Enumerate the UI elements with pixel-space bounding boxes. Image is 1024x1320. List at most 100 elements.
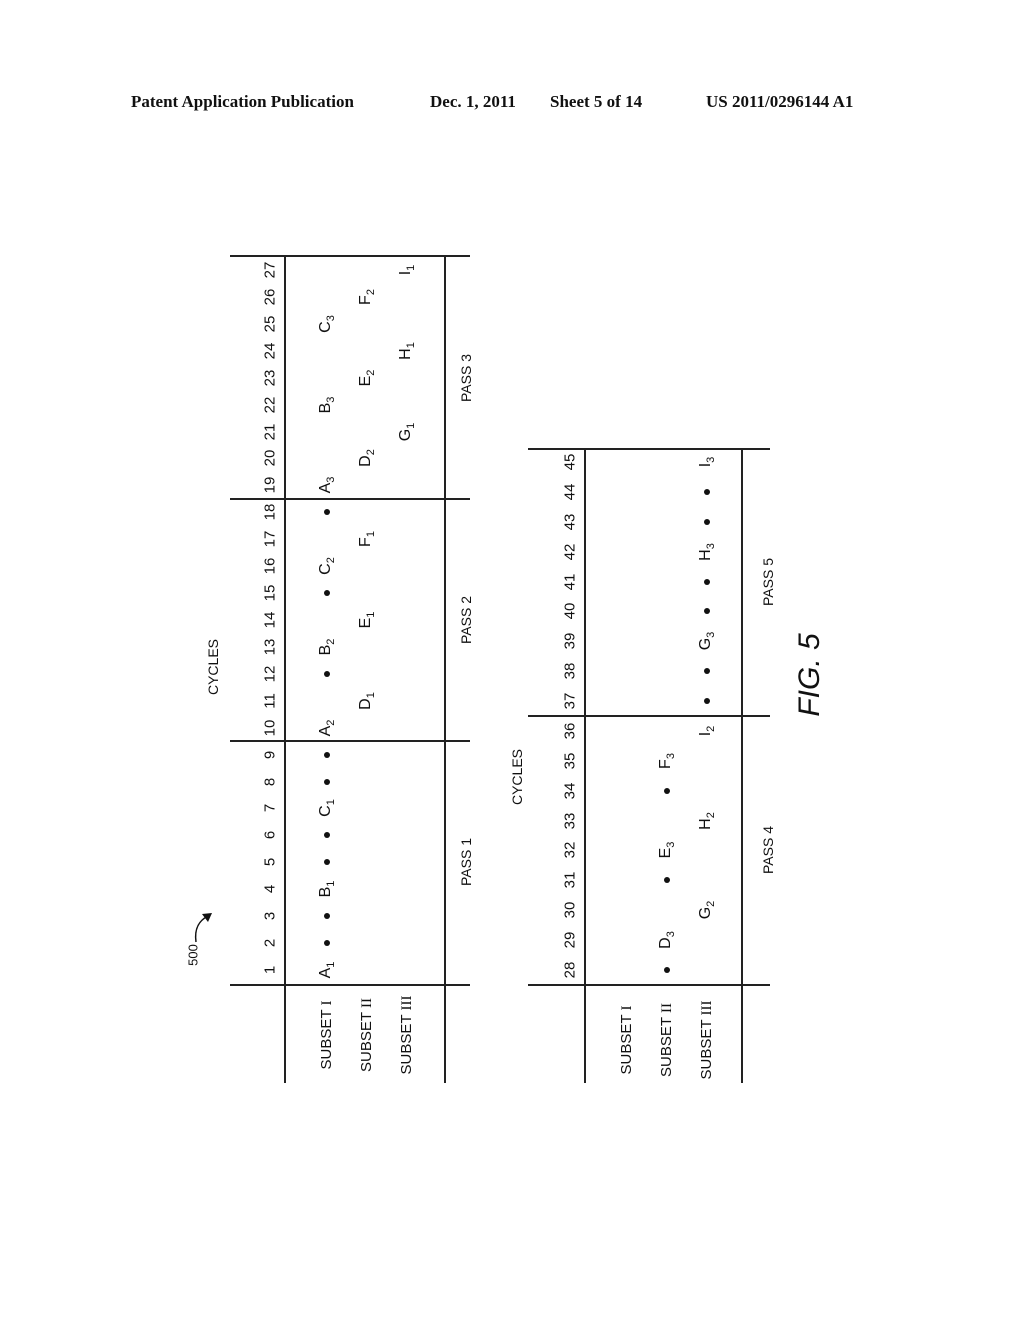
data-entry: H3: [696, 542, 718, 561]
cycle-number: 34: [561, 782, 579, 800]
table-1-top-border: [230, 255, 470, 257]
publication-date: Dec. 1, 2011: [430, 92, 516, 111]
cycle-number: 28: [561, 961, 579, 979]
cycle-number: 18: [261, 503, 279, 521]
data-entry: B2: [316, 638, 338, 656]
subset-label: SUBSET I: [318, 1000, 335, 1070]
subset-label: SUBSET II: [658, 1003, 675, 1077]
data-entry: G2: [696, 900, 718, 920]
data-entry: A1: [316, 961, 338, 979]
cycle-number: 43: [561, 513, 579, 531]
cycle-number: 36: [561, 722, 579, 740]
table-1-cycle-divider: [284, 256, 286, 1083]
cycle-number: 33: [561, 812, 579, 829]
pass-boundary: [528, 715, 770, 717]
cycle-number: 35: [561, 752, 579, 770]
cycle-number: 3: [261, 911, 279, 921]
cycle-number: 11: [261, 692, 279, 709]
subset-label: SUBSET II: [358, 998, 375, 1072]
dot-marker: [324, 590, 330, 597]
cycle-number: 9: [261, 750, 279, 759]
table-2-top-border: [528, 448, 770, 450]
data-entry: D2: [356, 449, 378, 468]
patent-number: US 2011/0296144 A1: [706, 92, 854, 111]
cycle-number: 6: [261, 831, 279, 840]
subset-label: SUBSET III: [398, 995, 415, 1075]
pass-boundary: [230, 740, 470, 743]
dot-marker: [324, 859, 330, 866]
data-entry: C2: [316, 557, 338, 575]
data-entry: D1: [356, 691, 378, 710]
pass-boundary: [230, 497, 470, 500]
cycle-number: 21: [261, 423, 279, 440]
cycle-number: 42: [561, 543, 579, 560]
cycle-number: 15: [261, 584, 279, 602]
dot-marker: [704, 488, 710, 495]
dot-marker: [664, 787, 670, 794]
cycle-number: 41: [561, 573, 579, 590]
cycle-number: 16: [261, 557, 279, 575]
pass-label: PASS 1: [458, 838, 474, 887]
cycles-label: CYCLES: [205, 638, 221, 696]
cycle-number: 4: [261, 885, 279, 894]
dot-marker: [324, 509, 330, 516]
cycle-number: 29: [561, 931, 579, 949]
cycle-number: 44: [561, 483, 579, 501]
cycles-label: CYCLES: [509, 748, 525, 806]
data-entry: G3: [696, 631, 718, 651]
data-entry: F3: [656, 752, 678, 769]
data-entry: H1: [396, 341, 418, 360]
table-2-header-divider: [528, 984, 770, 986]
data-entry: G1: [396, 422, 418, 441]
cycle-number: 12: [261, 665, 279, 683]
table-2-cycle-divider: [584, 449, 586, 1083]
figure-label: FIG. 5: [793, 633, 826, 717]
publication-label: Patent Application Publication: [131, 92, 354, 111]
dot-marker: [324, 913, 330, 920]
sheet-number: Sheet 5 of 14: [550, 92, 643, 111]
table-1-pass-divider: [444, 256, 446, 1083]
dot-marker: [324, 832, 330, 839]
dot-marker: [704, 578, 710, 585]
cycle-number: 37: [561, 692, 579, 710]
pass-label: PASS 2: [458, 596, 474, 644]
cycle-number: 10: [261, 719, 279, 737]
data-entry: C3: [316, 315, 338, 333]
reference-numeral: 500: [185, 944, 201, 966]
data-entry: I3: [696, 456, 718, 468]
cycle-number: 38: [561, 662, 579, 680]
data-entry: I1: [396, 264, 418, 276]
cycle-number: 14: [261, 611, 279, 629]
reference-arrow-icon: [194, 913, 212, 943]
dot-marker: [704, 668, 710, 675]
table-2-pass-divider: [741, 449, 743, 1083]
data-entry: E3: [656, 842, 678, 859]
pass-label: PASS 5: [760, 557, 776, 606]
cycle-number: 31: [561, 872, 579, 889]
data-entry: C1: [316, 799, 338, 818]
cycle-number: 1: [261, 965, 279, 975]
cycle-number: 26: [261, 288, 279, 306]
cycle-number: 27: [261, 261, 279, 279]
data-entry: A3: [316, 476, 338, 494]
dot-marker: [704, 698, 710, 705]
subset-label: SUBSET I: [618, 1005, 635, 1075]
data-entry: I2: [696, 725, 718, 737]
data-entry: H2: [696, 811, 718, 830]
cycle-number: 8: [261, 777, 279, 786]
dot-marker: [664, 967, 670, 973]
cycle-number: 30: [561, 901, 579, 919]
data-entry: B1: [316, 880, 338, 898]
dot-marker: [324, 940, 330, 947]
cycle-number: 23: [261, 369, 279, 387]
dot-marker: [324, 778, 330, 785]
dot-marker: [324, 670, 330, 677]
data-entry: B3: [316, 396, 338, 414]
data-entry: F1: [356, 531, 378, 548]
cycle-number: 20: [261, 450, 279, 467]
cycle-number: 17: [261, 530, 279, 548]
cycle-number: 2: [261, 938, 279, 948]
pass-label: PASS 3: [458, 353, 474, 402]
subset-label: SUBSET III: [698, 1000, 715, 1080]
cycle-number: 22: [261, 396, 279, 413]
